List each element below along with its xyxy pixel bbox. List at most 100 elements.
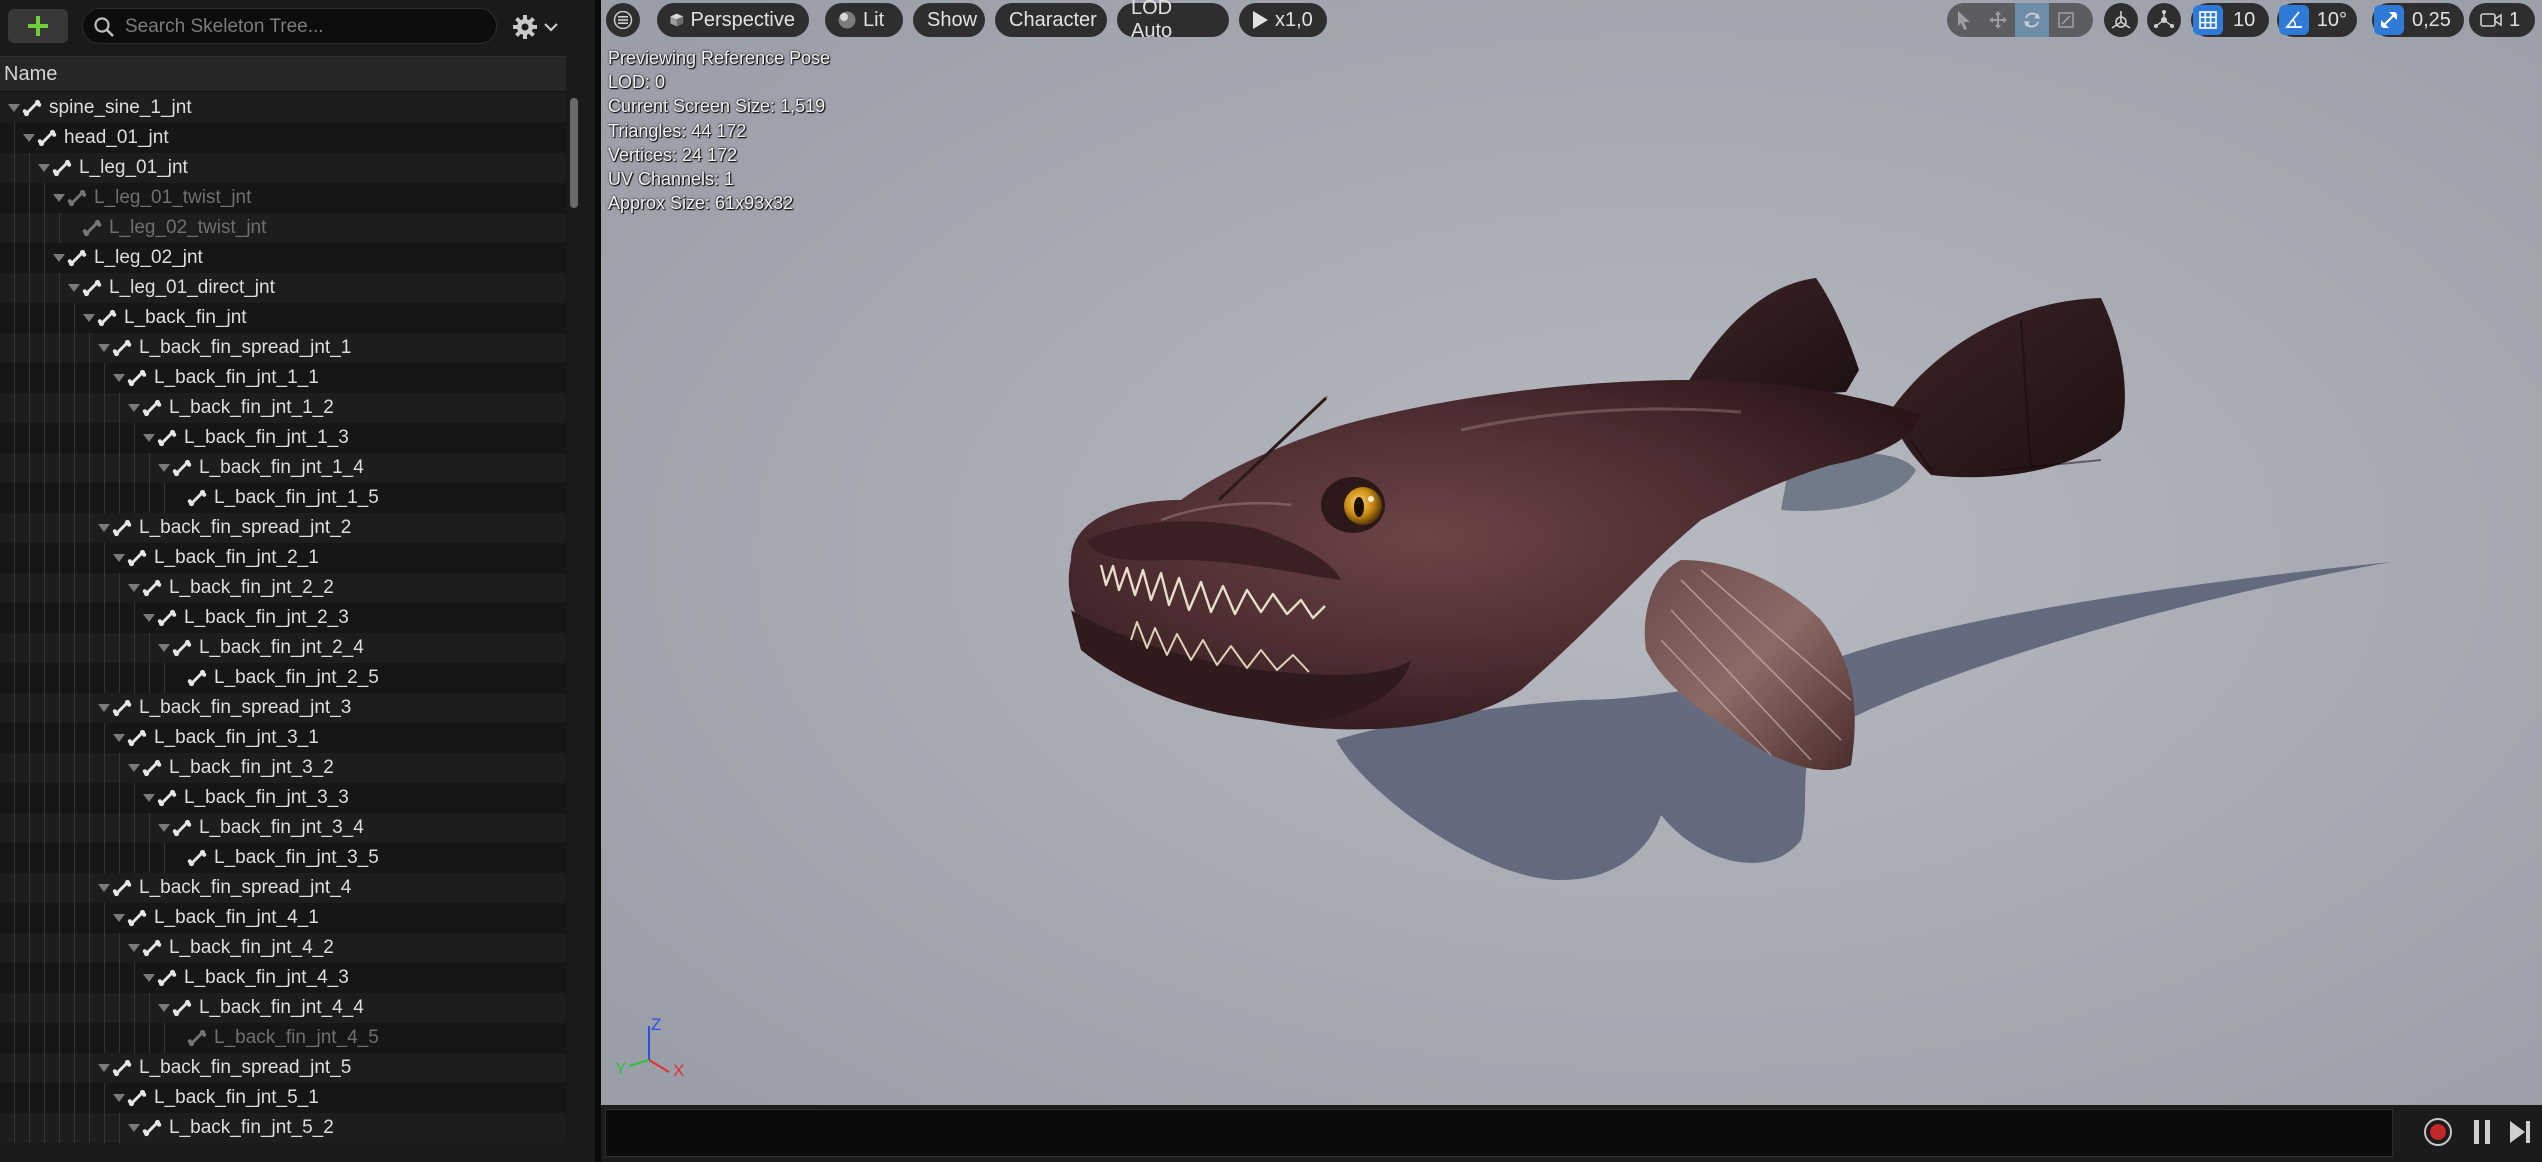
expand-arrow-icon[interactable]	[128, 404, 140, 412]
tree-guide-line	[74, 1023, 75, 1053]
surface-snap-button[interactable]	[2147, 3, 2181, 37]
expand-arrow-icon[interactable]	[128, 764, 140, 772]
rotate-tool[interactable]	[2015, 3, 2049, 37]
expand-arrow-icon[interactable]	[98, 1064, 110, 1072]
tree-row[interactable]: L_back_fin_jnt_1_4	[0, 453, 566, 483]
expand-arrow-icon[interactable]	[113, 554, 125, 562]
viewport[interactable]: Perspective Lit Show Character LOD Auto …	[601, 0, 2542, 1105]
expand-arrow-icon[interactable]	[113, 1094, 125, 1102]
expand-arrow-icon[interactable]	[98, 344, 110, 352]
character-button[interactable]: Character	[995, 3, 1107, 37]
expand-arrow-icon[interactable]	[113, 374, 125, 382]
expand-arrow-icon[interactable]	[38, 164, 50, 172]
tree-row[interactable]: L_back_fin_jnt_1_5	[0, 483, 566, 513]
tree-row[interactable]: L_back_fin_jnt_5_2	[0, 1113, 566, 1143]
pause-icon[interactable]	[2470, 1117, 2494, 1147]
grid-snap-toggle[interactable]	[2193, 5, 2223, 35]
expand-arrow-icon[interactable]	[53, 254, 65, 262]
perspective-button[interactable]: Perspective	[657, 3, 809, 37]
tree-row[interactable]: L_back_fin_jnt_2_1	[0, 543, 566, 573]
tree-row[interactable]: head_01_jnt	[0, 123, 566, 153]
tree-row[interactable]: L_leg_01_direct_jnt	[0, 273, 566, 303]
tree-row[interactable]: L_back_fin_spread_jnt_2	[0, 513, 566, 543]
expand-arrow-icon[interactable]	[8, 104, 20, 112]
tree-row[interactable]: L_back_fin_jnt_1_1	[0, 363, 566, 393]
expand-arrow-icon[interactable]	[128, 1124, 140, 1132]
tree-row[interactable]: L_back_fin_spread_jnt_3	[0, 693, 566, 723]
tree-row[interactable]: L_back_fin_jnt_4_1	[0, 903, 566, 933]
name-column-header[interactable]: Name	[0, 56, 566, 92]
search-input[interactable]	[123, 9, 487, 45]
rotation-snap-toggle[interactable]	[2279, 5, 2309, 35]
lit-button[interactable]: Lit	[825, 3, 903, 37]
tree-row[interactable]: L_back_fin_jnt_1_3	[0, 423, 566, 453]
tree-row[interactable]: L_leg_01_jnt	[0, 153, 566, 183]
add-button[interactable]	[8, 9, 68, 43]
expand-arrow-icon[interactable]	[128, 584, 140, 592]
record-icon[interactable]	[2423, 1117, 2453, 1147]
scale-snap-toggle[interactable]	[2374, 5, 2404, 35]
tree-row[interactable]: spine_sine_1_jnt	[0, 93, 566, 123]
scale-snap-button[interactable]: 0,25	[2372, 3, 2464, 37]
tree-row[interactable]: L_leg_02_jnt	[0, 243, 566, 273]
tree-row[interactable]: L_back_fin_jnt_2_4	[0, 633, 566, 663]
tree-row[interactable]: L_back_fin_jnt_4_2	[0, 933, 566, 963]
expand-arrow-icon[interactable]	[83, 314, 95, 322]
bone-icon	[112, 518, 132, 538]
tree-row[interactable]: L_back_fin_jnt	[0, 303, 566, 333]
timeline-track[interactable]	[605, 1109, 2393, 1157]
tree-row[interactable]: L_back_fin_jnt_3_4	[0, 813, 566, 843]
expand-arrow-icon[interactable]	[158, 464, 170, 472]
tree-row[interactable]: L_back_fin_jnt_4_3	[0, 963, 566, 993]
step-forward-icon[interactable]	[2507, 1117, 2533, 1147]
tree-row[interactable]: L_back_fin_jnt_5_1	[0, 1083, 566, 1113]
select-tool[interactable]	[1947, 3, 1981, 37]
tree-scrollbar[interactable]	[568, 93, 580, 1162]
expand-arrow-icon[interactable]	[128, 944, 140, 952]
tree-row[interactable]: L_leg_02_twist_jnt	[0, 213, 566, 243]
show-button[interactable]: Show	[913, 3, 985, 37]
expand-arrow-icon[interactable]	[158, 644, 170, 652]
tree-row[interactable]: L_back_fin_jnt_2_5	[0, 663, 566, 693]
expand-arrow-icon[interactable]	[143, 794, 155, 802]
tree-row[interactable]: L_back_fin_jnt_3_3	[0, 783, 566, 813]
tree-row[interactable]: L_back_fin_jnt_1_2	[0, 393, 566, 423]
tree-row[interactable]: L_back_fin_jnt_4_5	[0, 1023, 566, 1053]
tree-row[interactable]: L_back_fin_spread_jnt_1	[0, 333, 566, 363]
tree-row[interactable]: L_back_fin_jnt_2_2	[0, 573, 566, 603]
settings-dropdown[interactable]	[512, 10, 574, 44]
expand-arrow-icon[interactable]	[98, 884, 110, 892]
expand-arrow-icon[interactable]	[113, 914, 125, 922]
expand-arrow-icon[interactable]	[98, 524, 110, 532]
expand-arrow-icon[interactable]	[143, 434, 155, 442]
tree-row[interactable]: L_leg_01_twist_jnt	[0, 183, 566, 213]
expand-arrow-icon[interactable]	[53, 194, 65, 202]
scrollbar-thumb[interactable]	[570, 98, 578, 208]
tree-row[interactable]: L_back_fin_jnt_3_5	[0, 843, 566, 873]
translate-tool[interactable]	[1981, 3, 2015, 37]
tree-row[interactable]: L_back_fin_jnt_2_3	[0, 603, 566, 633]
tree-row[interactable]: L_back_fin_jnt_3_2	[0, 753, 566, 783]
expand-arrow-icon[interactable]	[158, 1004, 170, 1012]
expand-arrow-icon[interactable]	[143, 614, 155, 622]
tree-row[interactable]: L_back_fin_jnt_3_1	[0, 723, 566, 753]
tree-row[interactable]: L_back_fin_spread_jnt_5	[0, 1053, 566, 1083]
search-box[interactable]	[82, 8, 497, 45]
lod-button[interactable]: LOD Auto	[1117, 0, 1229, 42]
camera-speed-button[interactable]: 1	[2469, 3, 2535, 37]
bone-label: L_back_fin_jnt_1_4	[199, 457, 364, 478]
world-local-button[interactable]	[2104, 3, 2138, 37]
play-speed-button[interactable]: x1,0	[1239, 3, 1327, 37]
expand-arrow-icon[interactable]	[23, 134, 35, 142]
grid-snap-button[interactable]: 10	[2191, 3, 2269, 37]
expand-arrow-icon[interactable]	[158, 824, 170, 832]
scale-tool[interactable]	[2049, 3, 2083, 37]
tree-row[interactable]: L_back_fin_jnt_4_4	[0, 993, 566, 1023]
expand-arrow-icon[interactable]	[113, 734, 125, 742]
expand-arrow-icon[interactable]	[98, 704, 110, 712]
rotation-snap-button[interactable]: 10°	[2277, 3, 2357, 37]
expand-arrow-icon[interactable]	[68, 284, 80, 292]
viewport-menu-button[interactable]	[606, 3, 640, 37]
expand-arrow-icon[interactable]	[143, 974, 155, 982]
tree-row[interactable]: L_back_fin_spread_jnt_4	[0, 873, 566, 903]
